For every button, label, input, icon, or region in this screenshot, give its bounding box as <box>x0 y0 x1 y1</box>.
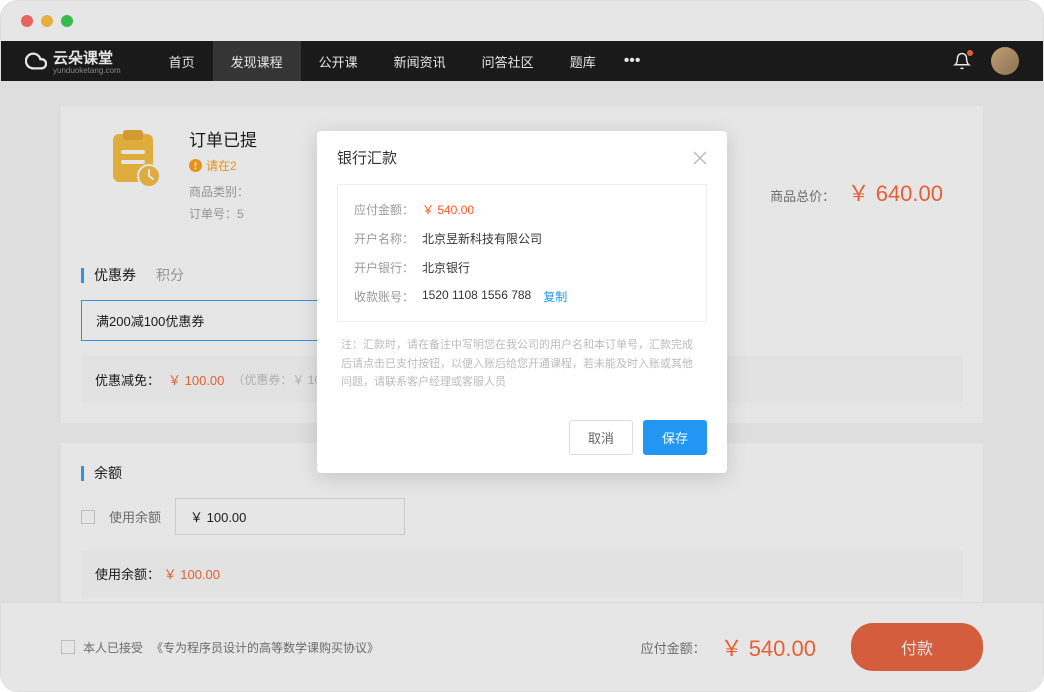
modal-overlay[interactable]: 银行汇款 应付金额： ￥ 540.00 开户名称： 北京昱新科技有限公司 开户银… <box>1 1 1043 691</box>
cancel-button[interactable]: 取消 <box>569 420 633 455</box>
account-name-label: 开户名称： <box>354 230 422 247</box>
modal-body: 应付金额： ￥ 540.00 开户名称： 北京昱新科技有限公司 开户银行： 北京… <box>317 184 727 408</box>
bank-value: 北京银行 <box>422 259 470 276</box>
bank-label: 开户银行： <box>354 259 422 276</box>
account-no-label: 收款账号： <box>354 288 422 305</box>
bank-transfer-modal: 银行汇款 应付金额： ￥ 540.00 开户名称： 北京昱新科技有限公司 开户银… <box>317 131 727 473</box>
modal-title: 银行汇款 <box>337 147 397 168</box>
app-window: 云朵课堂 yunduoketang.com 首页 发现课程 公开课 新闻资讯 问… <box>0 0 1044 692</box>
account-no-value: 1520 1108 1556 788 <box>422 288 531 305</box>
save-button[interactable]: 保存 <box>643 420 707 455</box>
close-icon[interactable] <box>693 151 707 165</box>
amount-value: ￥ 540.00 <box>422 201 474 218</box>
bank-info-box: 应付金额： ￥ 540.00 开户名称： 北京昱新科技有限公司 开户银行： 北京… <box>337 184 707 322</box>
modal-note: 注：汇款时，请在备注中写明您在我公司的用户名和本订单号，汇款完成后请点击已支付按… <box>337 322 707 392</box>
amount-label: 应付金额： <box>354 201 422 218</box>
modal-foot: 取消 保存 <box>317 408 727 473</box>
copy-button[interactable]: 复制 <box>543 288 567 305</box>
account-name-value: 北京昱新科技有限公司 <box>422 230 542 247</box>
modal-head: 银行汇款 <box>317 131 727 184</box>
